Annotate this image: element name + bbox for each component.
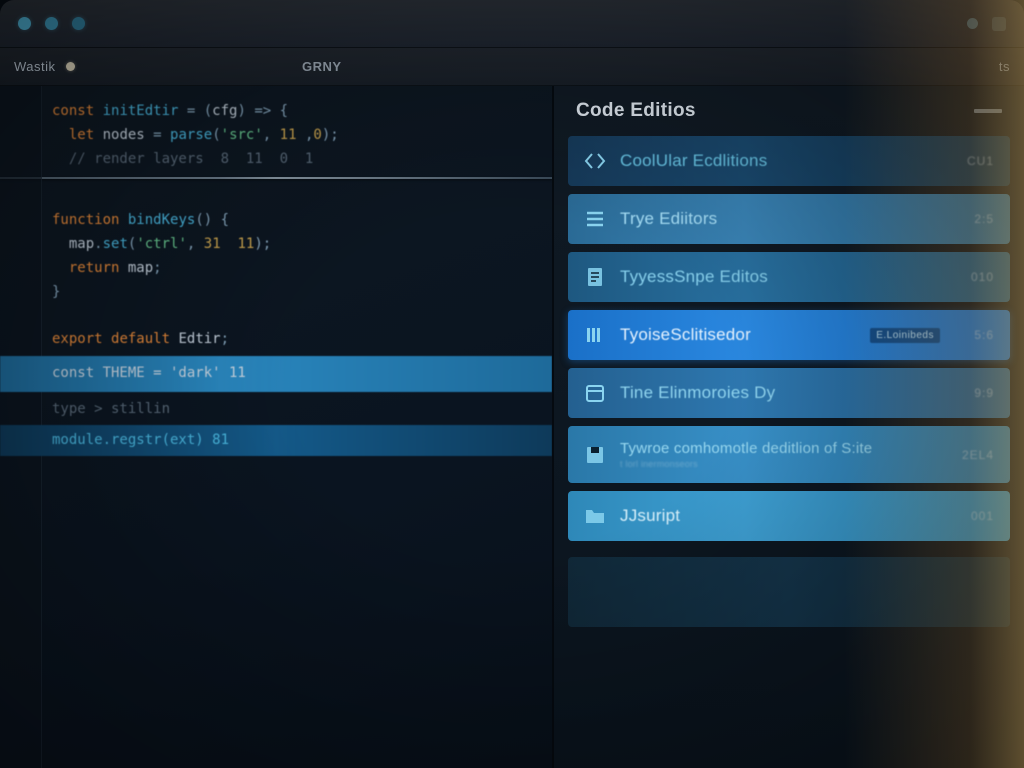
list-item-meta: 001 — [971, 509, 994, 523]
list-item-label: JJsuript — [620, 506, 957, 526]
code-line[interactable]: map.set('ctrl', 31 11); — [52, 233, 534, 257]
highlighted-line[interactable]: const THEME = 'dark' 11 — [0, 356, 552, 392]
code-line[interactable]: const initEdtir = (cfg) => { — [52, 100, 534, 124]
code-editor[interactable]: const initEdtir = (cfg) => { let nodes =… — [0, 86, 552, 768]
highlighted-line-2[interactable]: module.regstr(ext) 81 — [0, 425, 552, 457]
layout-toggle-icon[interactable] — [992, 17, 1006, 31]
list-item-meta: 9:9 — [974, 386, 994, 400]
folder-icon — [584, 505, 606, 527]
code-line[interactable]: return map; — [52, 257, 534, 281]
code-icon — [584, 150, 606, 172]
doc-icon — [584, 266, 606, 288]
list-item[interactable]: TyoiseSclitisedorE.Loinibeds5:6 — [568, 310, 1010, 360]
panel-title: Code Editios — [576, 100, 696, 122]
panel-footer-slot — [568, 557, 1010, 627]
list-item-label: TyyessSnpe Editos — [620, 267, 957, 287]
list-item-label: CoolUlar Ecdlitions — [620, 151, 953, 171]
list-item[interactable]: Tywroe comhomotle deditlion of S:itet lo… — [568, 426, 1010, 483]
save-icon — [584, 444, 606, 466]
list-item[interactable]: JJsuript 001 — [568, 491, 1010, 541]
list-item[interactable]: Trye Ediitors 2:5 — [568, 194, 1010, 244]
modified-dot-icon — [66, 62, 75, 71]
list-item[interactable]: Tine Elinmoroies Dy 9:9 — [568, 368, 1010, 418]
list-item-meta: 010 — [971, 270, 994, 284]
toolbar: Wastik GRNY ts — [0, 48, 1024, 86]
active-tab[interactable]: Wastik — [14, 59, 75, 74]
code-area[interactable]: const initEdtir = (cfg) => { let nodes =… — [52, 100, 534, 171]
bars-icon — [584, 324, 606, 346]
list-icon — [584, 208, 606, 230]
traffic-dot-icon[interactable] — [45, 17, 58, 30]
code-line[interactable]: let nodes = parse('src', 11 ,0); — [52, 124, 534, 148]
editor-separator — [0, 177, 552, 179]
minimize-icon[interactable] — [974, 109, 1002, 113]
code-comment: type > stillin — [52, 398, 534, 422]
list-item-meta: CU1 — [967, 154, 994, 168]
code-line[interactable] — [52, 304, 534, 328]
code-line[interactable] — [52, 185, 534, 209]
titlebar — [0, 0, 1024, 48]
list-item-sublabel: t lorl inermonseors — [620, 459, 948, 469]
list-item-label: Tine Elinmoroies Dy — [620, 383, 960, 403]
list-item[interactable]: TyyessSnpe Editos 010 — [568, 252, 1010, 302]
status-dot-icon — [967, 18, 978, 29]
list-item-badge: E.Loinibeds — [870, 328, 940, 343]
list-item-label: Trye Ediitors — [620, 209, 960, 229]
window-controls — [967, 17, 1006, 31]
code-line[interactable]: export default Edtir; — [52, 328, 534, 352]
list-item-meta: 2:5 — [974, 212, 994, 226]
traffic-dot-icon[interactable] — [18, 17, 31, 30]
highlighted-text-2: module.regstr(ext) 81 — [52, 432, 229, 448]
list-item-meta: 5:6 — [974, 328, 994, 342]
code-small: type > stillin — [52, 398, 534, 422]
code-line[interactable]: // render layers 8 11 0 1 — [52, 148, 534, 172]
code-line[interactable]: function bindKeys() { — [52, 209, 534, 233]
main-split: const initEdtir = (cfg) => { let nodes =… — [0, 86, 1024, 768]
code-line[interactable]: } — [52, 281, 534, 305]
tab-label: Wastik — [14, 59, 56, 74]
toolbar-center-label: GRNY — [302, 59, 342, 74]
list-item-meta: 2EL4 — [962, 448, 994, 462]
side-panel: Code Editios CoolUlar Ecdlitions CU1 Trye … — [552, 86, 1024, 768]
list-item-label: Tywroe comhomotle deditlion of S:itet lo… — [620, 440, 948, 469]
toolbar-right-label: ts — [999, 59, 1010, 74]
window-traffic-lights — [18, 17, 85, 30]
panel-list: CoolUlar Ecdlitions CU1 Trye Ediitors 2:5 Ty… — [554, 132, 1024, 545]
highlighted-text: const THEME = 'dark' 11 — [52, 365, 246, 381]
code-area-2[interactable]: function bindKeys() { map.set('ctrl', 31… — [52, 185, 534, 352]
calendar-icon — [584, 382, 606, 404]
panel-header: Code Editios — [554, 86, 1024, 132]
list-item[interactable]: CoolUlar Ecdlitions CU1 — [568, 136, 1010, 186]
traffic-dot-icon[interactable] — [72, 17, 85, 30]
